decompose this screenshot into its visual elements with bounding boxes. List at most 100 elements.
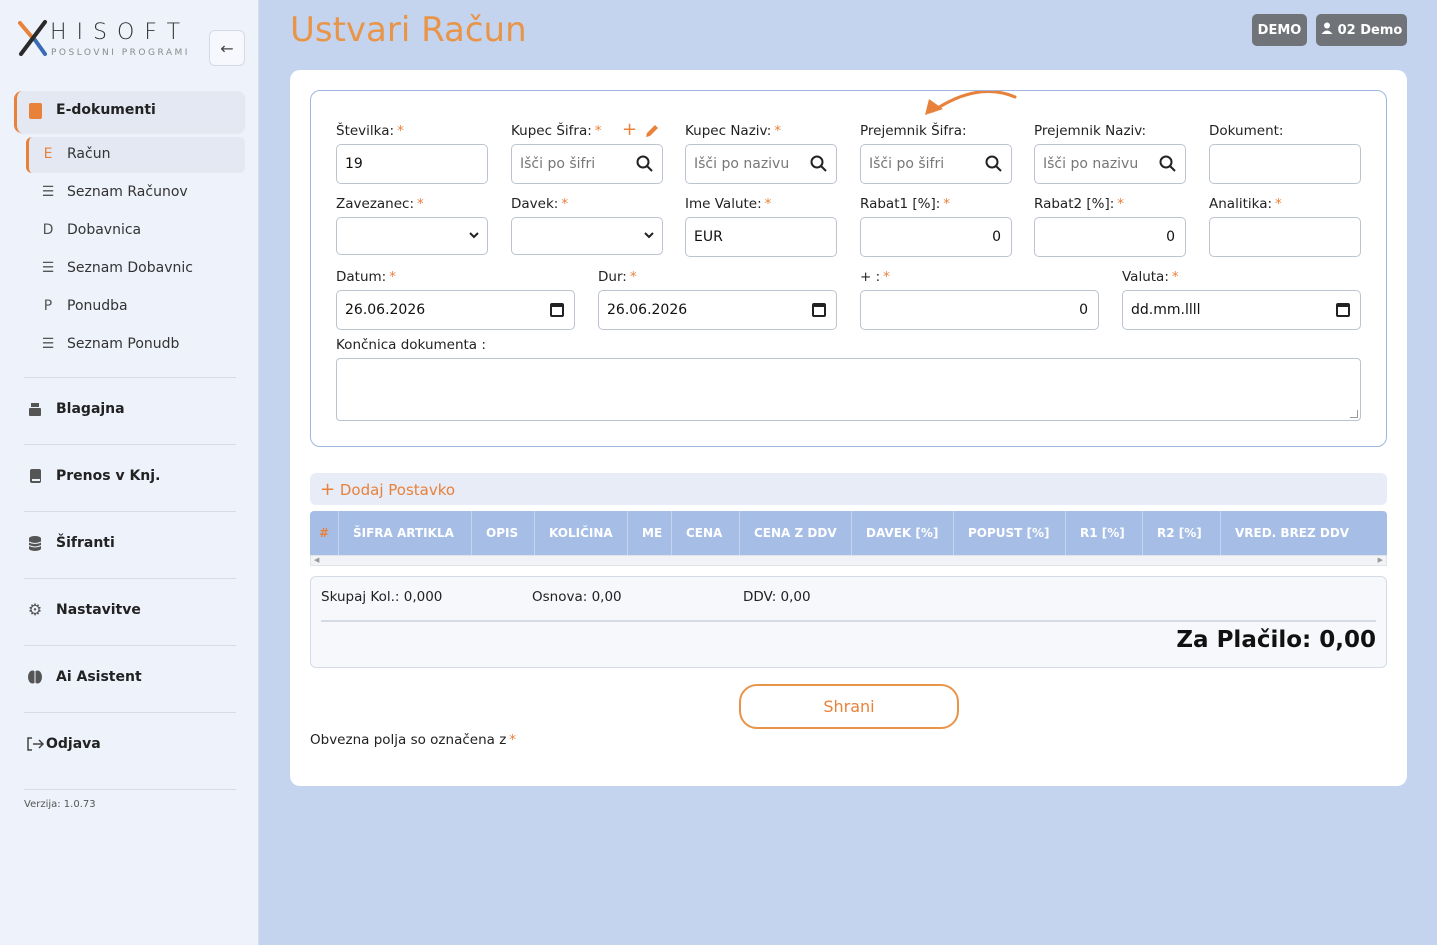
divider — [24, 789, 236, 790]
sidebar-item-seznam-dobavnic[interactable]: ☰ Seznam Dobavnic — [26, 251, 245, 287]
resize-handle[interactable] — [1350, 410, 1358, 418]
scroll-right-icon[interactable]: ▶ — [1378, 556, 1383, 564]
plus-input[interactable]: 0 — [860, 290, 1099, 330]
kupec-naziv-input[interactable]: Išči po nazivu — [685, 144, 837, 184]
dokument-input[interactable] — [1209, 144, 1361, 184]
sidebar: HISOFT POSLOVNI PROGRAMI ← E-dokumenti E… — [0, 0, 259, 945]
column-header[interactable]: R2 [%] — [1143, 511, 1221, 555]
sidebar-item-label: Blagajna — [56, 401, 125, 417]
sidebar-item-odjava[interactable]: Odjava — [24, 728, 244, 764]
column-header[interactable]: KOLIČINA — [535, 511, 628, 555]
arrow-left-icon: ← — [220, 38, 234, 58]
rabat2-input[interactable]: 0 — [1034, 217, 1186, 257]
search-icon[interactable] — [1159, 155, 1177, 173]
column-header[interactable]: DAVEK [%] — [852, 511, 954, 555]
column-header[interactable]: CENA — [672, 511, 740, 555]
sidebar-item-seznam-racunov[interactable]: ☰ Seznam Računov — [26, 175, 245, 211]
document-icon — [29, 103, 42, 119]
logout-icon — [26, 736, 46, 752]
summary-divider — [321, 620, 1376, 622]
davek-select[interactable] — [511, 217, 663, 255]
list-icon: ☰ — [41, 336, 55, 352]
davek-label: Davek: * — [511, 196, 569, 212]
column-header[interactable]: VRED. BREZ DDV — [1221, 511, 1361, 555]
skupaj-kolicina: Skupaj Kol.: 0,000 — [321, 589, 443, 605]
koncnica-textarea[interactable] — [336, 358, 1361, 421]
prejemnik-naziv-input[interactable]: Išči po nazivu — [1034, 144, 1186, 184]
search-icon[interactable] — [636, 155, 654, 173]
divider — [24, 712, 236, 713]
user-menu-button[interactable]: 02 Demo — [1316, 14, 1407, 46]
ddv-value: DDV: 0,00 — [743, 589, 811, 605]
cash-register-icon — [27, 401, 43, 417]
prejemnik-naziv-placeholder: Išči po nazivu — [1043, 156, 1139, 172]
menu-group-e-dokumenti[interactable]: E-dokumenti — [14, 91, 245, 133]
scroll-left-icon[interactable]: ◀ — [314, 556, 319, 564]
sidebar-item-label: Šifranti — [56, 535, 115, 551]
column-header[interactable]: OPIS — [472, 511, 535, 555]
column-header[interactable]: ŠIFRA ARTIKLA — [339, 511, 472, 555]
sidebar-item-seznam-ponudb[interactable]: ☰ Seznam Ponudb — [26, 327, 245, 363]
zavezanec-label: Zavezanec: * — [336, 196, 424, 212]
sidebar-item-sifranti[interactable]: Šifranti — [24, 527, 244, 563]
kupec-sifra-input[interactable]: Išči po šifri — [511, 144, 663, 184]
stevilka-input[interactable]: 19 — [336, 144, 488, 184]
sidebar-item-ai-asistent[interactable]: Ai Asistent — [24, 661, 244, 697]
items-table-header: # ŠIFRA ARTIKLA OPIS KOLIČINA ME CENA CE… — [310, 511, 1387, 555]
column-header[interactable]: R1 [%] — [1066, 511, 1143, 555]
rabat1-input[interactable]: 0 — [860, 217, 1012, 257]
hisoft-logo[interactable]: HISOFT POSLOVNI PROGRAMI — [17, 18, 197, 63]
sidebar-item-ponudba[interactable]: P Ponudba — [26, 289, 245, 325]
edit-kupec-icon[interactable] — [644, 123, 660, 143]
save-button[interactable]: Shrani — [739, 684, 959, 729]
search-icon[interactable] — [810, 155, 828, 173]
calendar-icon[interactable] — [812, 303, 826, 317]
prejemnik-sifra-input[interactable]: Išči po šifri — [860, 144, 1012, 184]
analitika-input[interactable] — [1209, 217, 1361, 257]
table-horizontal-scrollbar[interactable]: ◀ ▶ — [310, 555, 1387, 566]
search-icon[interactable] — [985, 155, 1003, 173]
sidebar-item-label: Ai Asistent — [56, 669, 142, 685]
sidebar-item-label: Odjava — [46, 736, 101, 752]
plus-icon: + — [320, 479, 336, 500]
osnova-value: Osnova: 0,00 — [532, 589, 622, 605]
prejemnik-sifra-placeholder: Išči po šifri — [869, 156, 945, 172]
logo-subtitle: POSLOVNI PROGRAMI — [51, 48, 190, 58]
prejemnik-naziv-label: Prejemnik Naziv: — [1034, 123, 1147, 139]
sidebar-item-blagajna[interactable]: Blagajna — [24, 393, 244, 429]
user-name: 02 Demo — [1337, 22, 1403, 38]
sidebar-item-label: Račun — [67, 146, 111, 162]
datum-input[interactable]: 26.06.2026 — [336, 290, 575, 330]
valuta-input[interactable]: dd.mm.llll — [1122, 290, 1361, 330]
list-icon: ☰ — [41, 260, 55, 276]
add-kupec-icon[interactable]: + — [622, 121, 637, 139]
divider — [24, 645, 236, 646]
column-header[interactable]: POPUST [%] — [954, 511, 1066, 555]
dur-value: 26.06.2026 — [607, 302, 688, 318]
ime-valute-input[interactable]: EUR — [685, 217, 837, 257]
column-header[interactable]: CENA Z DDV — [740, 511, 852, 555]
valuta-value: dd.mm.llll — [1131, 302, 1201, 318]
collapse-sidebar-button[interactable]: ← — [209, 30, 245, 66]
dur-input[interactable]: 26.06.2026 — [598, 290, 837, 330]
zavezanec-select[interactable] — [336, 217, 488, 255]
add-item-button[interactable]: + Dodaj Postavko — [310, 473, 1387, 505]
column-header[interactable]: ME — [628, 511, 672, 555]
rabat1-label: Rabat1 [%]: * — [860, 196, 951, 212]
sidebar-item-nastavitve[interactable]: ⚙ Nastavitve — [24, 594, 244, 630]
list-icon: ☰ — [41, 184, 55, 200]
calendar-icon[interactable] — [550, 303, 564, 317]
calendar-icon[interactable] — [1336, 303, 1350, 317]
column-header[interactable]: # — [310, 511, 339, 555]
analitika-label: Analitika: * — [1209, 196, 1282, 212]
sidebar-item-label: Ponudba — [67, 298, 128, 314]
kupec-naziv-placeholder: Išči po nazivu — [694, 156, 790, 172]
rabat2-label: Rabat2 [%]: * — [1034, 196, 1125, 212]
sidebar-item-label: Dobavnica — [67, 222, 142, 238]
menu-group-label: E-dokumenti — [56, 102, 156, 118]
sidebar-item-prenos[interactable]: Prenos v Knj. — [24, 460, 244, 496]
demo-badge: DEMO — [1252, 14, 1307, 46]
required-fields-note: Obvezna polja so označena z * — [310, 732, 517, 748]
sidebar-item-dobavnica[interactable]: D Dobavnica — [26, 213, 245, 249]
sidebar-item-racun[interactable]: E Račun — [26, 137, 245, 173]
